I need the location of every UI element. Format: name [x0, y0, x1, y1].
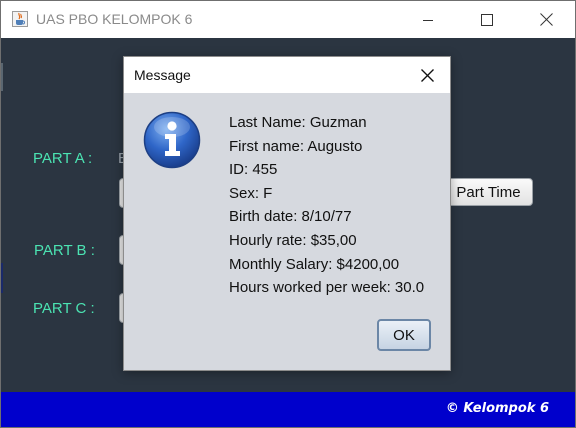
dialog-title-bar[interactable]: Message [124, 57, 450, 93]
part-b-label: PART B : [34, 242, 95, 259]
close-icon [420, 68, 434, 82]
java-cup-icon [12, 11, 28, 27]
message-text: Last Name: Guzman First name: Augusto ID… [229, 114, 424, 303]
message-line-first-name: First name: Augusto [229, 137, 363, 155]
title-bar[interactable]: UAS PBO KELOMPOK 6 [1, 1, 575, 38]
minimize-icon [423, 19, 433, 21]
message-dialog: Message Last Name: Guzman First name: Au… [123, 56, 451, 371]
message-line-id: ID: 455 [229, 161, 278, 179]
close-icon [539, 13, 553, 26]
info-icon [143, 111, 201, 169]
dialog-title: Message [134, 67, 191, 83]
dialog-close-button[interactable] [412, 61, 442, 89]
maximize-button[interactable] [458, 1, 516, 38]
message-line-last-name: Last Name: Guzman [229, 114, 367, 131]
edge-marker [1, 63, 3, 91]
part-a-label: PART A : [33, 150, 93, 167]
part-time-button[interactable]: Part Time [444, 178, 533, 206]
message-line-birth-date: Birth date: 8/10/77 [229, 208, 352, 226]
maximize-icon [481, 13, 493, 26]
window-close-button[interactable] [517, 1, 575, 38]
part-c-label: PART C : [33, 300, 95, 317]
footer-bar: © Kelompok 6 [1, 392, 575, 427]
window-title: UAS PBO KELOMPOK 6 [36, 11, 193, 27]
ok-button[interactable]: OK [377, 319, 431, 351]
minimize-button[interactable] [399, 1, 457, 38]
message-line-sex: Sex: F [229, 184, 273, 202]
footer-credit: © Kelompok 6 [445, 401, 549, 416]
edge-marker [1, 263, 3, 293]
message-line-hours-per-week: Hours worked per week: 30.0 [229, 279, 425, 297]
message-line-hourly-rate: Hourly rate: $35,00 [229, 231, 357, 249]
message-line-monthly-salary: Monthly Salary: $4200,00 [229, 255, 400, 273]
